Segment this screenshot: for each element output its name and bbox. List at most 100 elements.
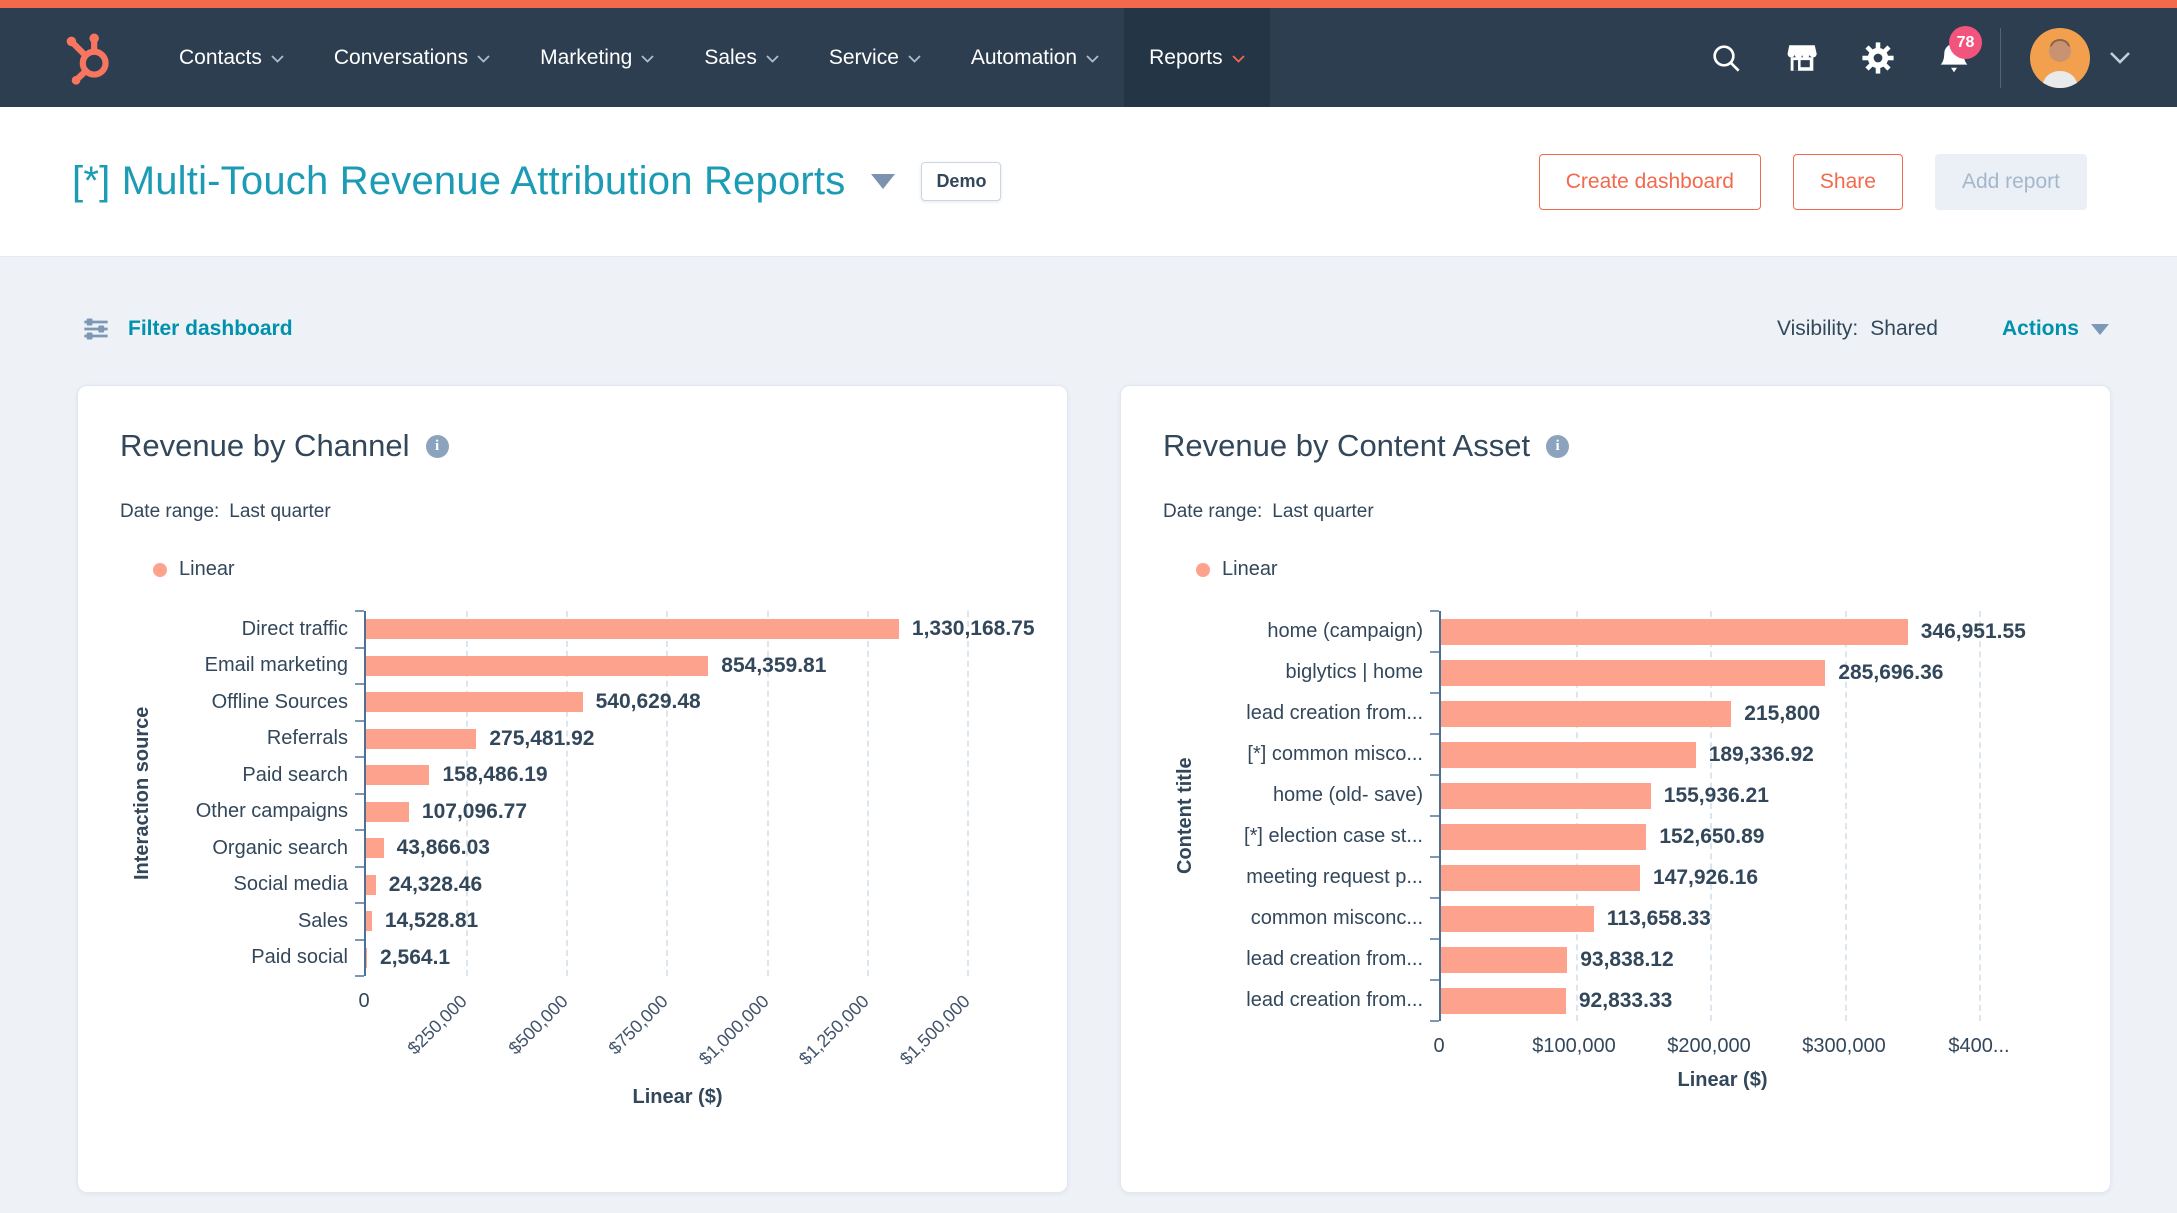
nav-item-label: Sales	[704, 46, 757, 70]
nav-item-label: Conversations	[334, 46, 468, 70]
bar-value-label: 92,833.33	[1579, 989, 1672, 1013]
category-label: Social media	[164, 867, 364, 904]
category-label: home (old- save)	[1207, 775, 1439, 816]
bar[interactable]	[366, 948, 367, 968]
bar[interactable]	[1441, 660, 1825, 686]
date-range-label: Date range:	[1163, 501, 1262, 523]
nav-item-reports[interactable]: Reports	[1124, 8, 1270, 107]
marketplace-button[interactable]	[1764, 8, 1840, 107]
bar[interactable]	[366, 838, 384, 858]
nav-item-label: Automation	[971, 46, 1077, 70]
chevron-down-icon	[908, 55, 921, 63]
plot-area: 1,330,168.75854,359.81540,629.48275,481.…	[364, 611, 991, 976]
y-axis-title: Interaction source	[131, 611, 154, 976]
search-button[interactable]	[1688, 8, 1764, 107]
chevron-down-icon	[477, 55, 490, 63]
category-labels: home (campaign)biglytics | homelead crea…	[1207, 611, 1439, 1021]
filter-sliders-icon	[82, 315, 110, 343]
nav-item-service[interactable]: Service	[804, 8, 946, 107]
gear-icon	[1861, 41, 1895, 75]
search-icon	[1710, 42, 1742, 74]
actions-menu-button[interactable]: Actions	[2002, 317, 2109, 341]
nav-item-sales[interactable]: Sales	[679, 8, 804, 107]
revenue-by-channel-card: Revenue by Channel i Date range: Last qu…	[77, 385, 1068, 1193]
nav-divider	[2000, 28, 2001, 88]
x-axis-title: Linear ($)	[1439, 1067, 2006, 1092]
legend-label: Linear	[1222, 558, 1278, 581]
share-button[interactable]: Share	[1793, 154, 1903, 210]
dashboard-switcher-caret[interactable]	[871, 174, 895, 189]
nav-item-label: Reports	[1149, 46, 1223, 70]
bar[interactable]	[1441, 619, 1908, 645]
bar-row: 285,696.36	[1441, 652, 2006, 693]
date-range: Date range: Last quarter	[1163, 501, 2070, 523]
visibility-label: Visibility:	[1777, 317, 1858, 341]
bar[interactable]	[1441, 947, 1567, 973]
create-dashboard-button[interactable]: Create dashboard	[1539, 154, 1761, 210]
brand-top-strip	[0, 0, 2177, 8]
bar-value-label: 158,486.19	[442, 763, 547, 787]
x-tick-label: $1,500,000	[896, 991, 975, 1070]
settings-button[interactable]	[1840, 8, 1916, 107]
plot-area: 346,951.55285,696.36215,800189,336.92155…	[1439, 611, 2006, 1021]
bar-value-label: 107,096.77	[422, 800, 527, 824]
hubspot-dashboard-screen: Contacts Conversations Marketing Sales Servi…	[0, 0, 2177, 1193]
bar-value-label: 285,696.36	[1838, 661, 1943, 685]
bar-row: 147,926.16	[1441, 857, 2006, 898]
bar[interactable]	[366, 911, 372, 931]
bar[interactable]	[1441, 988, 1566, 1014]
visibility-value: Shared	[1870, 317, 1938, 341]
category-label: lead creation from...	[1207, 980, 1439, 1021]
bar[interactable]	[1441, 906, 1594, 932]
bar-row: 158,486.19	[366, 757, 991, 794]
legend-item[interactable]: Linear	[120, 558, 1027, 581]
filter-dashboard-link[interactable]: Filter dashboard	[82, 315, 293, 343]
bar-value-label: 147,926.16	[1653, 866, 1758, 890]
chart-title: Revenue by Channel	[120, 428, 410, 464]
bar[interactable]	[366, 729, 476, 749]
chevron-down-icon	[2109, 51, 2131, 64]
bar[interactable]	[366, 802, 409, 822]
main-navbar: Contacts Conversations Marketing Sales Servi…	[0, 8, 2177, 107]
account-menu[interactable]	[2009, 27, 2131, 89]
nav-item-marketing[interactable]: Marketing	[515, 8, 679, 107]
nav-item-automation[interactable]: Automation	[946, 8, 1124, 107]
info-icon[interactable]: i	[426, 435, 449, 458]
bar[interactable]	[366, 656, 708, 676]
marketplace-icon	[1785, 41, 1819, 75]
nav-item-conversations[interactable]: Conversations	[309, 8, 515, 107]
bar-row: 275,481.92	[366, 721, 991, 758]
chevron-down-icon	[766, 55, 779, 63]
bar[interactable]	[366, 619, 899, 639]
bar[interactable]	[1441, 742, 1696, 768]
bar[interactable]	[1441, 824, 1646, 850]
legend-item[interactable]: Linear	[1163, 558, 2070, 581]
bar-value-label: 155,936.21	[1664, 784, 1769, 808]
bar[interactable]	[1441, 701, 1731, 727]
report-cards: Revenue by Channel i Date range: Last qu…	[77, 385, 2112, 1193]
bar-value-label: 540,629.48	[596, 690, 701, 714]
bar-row: 215,800	[1441, 693, 2006, 734]
demo-badge: Demo	[921, 162, 1001, 201]
nav-item-contacts[interactable]: Contacts	[154, 8, 309, 107]
bar[interactable]	[366, 875, 376, 895]
category-label: Paid social	[164, 940, 364, 977]
x-tick-label: $1,000,000	[695, 991, 774, 1070]
bar[interactable]	[366, 765, 429, 785]
bar-value-label: 346,951.55	[1921, 620, 2026, 644]
bar-value-label: 275,481.92	[489, 727, 594, 751]
header-actions: Create dashboard Share Add report	[1539, 154, 2087, 210]
bar-row: 1,330,168.75	[366, 611, 991, 648]
x-axis-ticks: 0$100,000$200,000$300,000$400...	[1439, 1021, 2006, 1067]
info-icon[interactable]: i	[1546, 435, 1569, 458]
bar-row: 43,866.03	[366, 830, 991, 867]
hubspot-logo[interactable]	[50, 8, 154, 107]
category-label: Offline Sources	[164, 684, 364, 721]
bar-value-label: 215,800	[1744, 702, 1820, 726]
notifications-button[interactable]: 78	[1916, 8, 1992, 107]
bar[interactable]	[366, 692, 583, 712]
category-label: home (campaign)	[1207, 611, 1439, 652]
bar[interactable]	[1441, 865, 1640, 891]
y-axis-title: Content title	[1174, 611, 1197, 1021]
bar[interactable]	[1441, 783, 1651, 809]
